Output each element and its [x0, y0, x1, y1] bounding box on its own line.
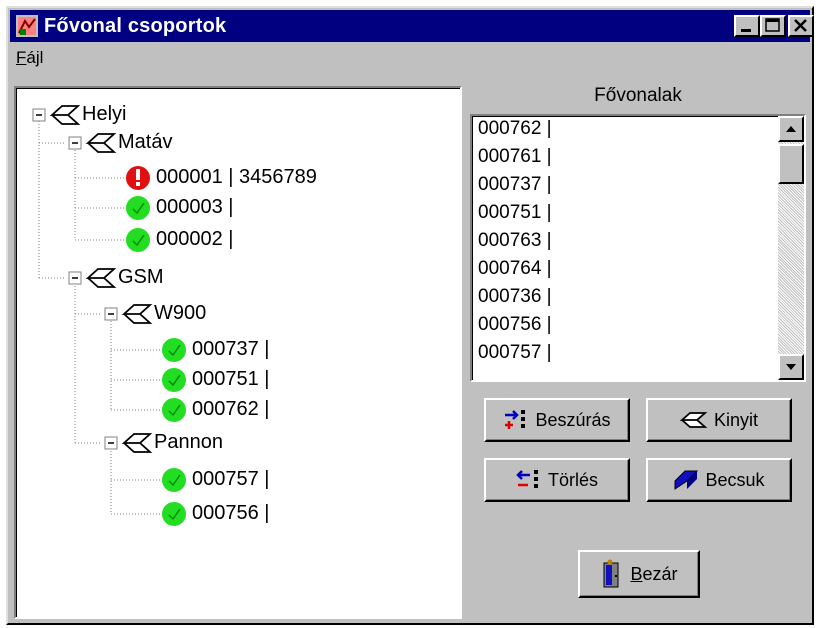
vertical-scrollbar[interactable] [778, 116, 804, 380]
list-item[interactable]: 000751 | [478, 202, 552, 224]
tree-leaf[interactable]: 000002 | [156, 228, 234, 251]
close-rest: ezár [642, 563, 678, 584]
closed-book-icon [674, 470, 699, 490]
book-icon-w900 [121, 304, 153, 324]
minimize-icon [741, 29, 751, 32]
collapse-button[interactable]: Becsuk [646, 458, 792, 502]
list-item[interactable]: 000737 | [478, 174, 552, 196]
menu-file-rest: ájl [26, 48, 44, 67]
lines-panel-title: Fővonalak [594, 85, 682, 106]
tree-node-w900[interactable]: W900 [154, 302, 206, 325]
tree-leaf[interactable]: 000001 | 3456789 [156, 166, 317, 189]
lines-list[interactable]: 000762 | 000761 | 000737 | 000751 | 0007… [470, 114, 806, 382]
door-icon [603, 559, 619, 588]
tree-leaf[interactable]: 000003 | [156, 196, 234, 219]
tree-node-gsm[interactable]: GSM [118, 266, 164, 289]
book-icon-helyi [49, 105, 81, 125]
close-icon [794, 19, 807, 32]
insert-icon [505, 410, 526, 429]
insert-label: Beszúrás [535, 409, 611, 430]
list-item[interactable]: 000761 | [478, 146, 552, 168]
insert-button[interactable]: Beszúrás [484, 398, 630, 442]
tree-leaf[interactable]: 000737 | [192, 338, 270, 361]
delete-label: Törlés [547, 469, 598, 490]
menu-bar: Fájl [10, 44, 810, 70]
tree-leaf[interactable]: 000751 | [192, 368, 270, 391]
book-icon-matav [85, 133, 117, 153]
tree-leaf[interactable]: 000762 | [192, 398, 270, 421]
tree-view[interactable]: Helyi Matáv 000001 | 3456789 000003 | 00… [14, 86, 462, 619]
list-item[interactable]: 000762 | [478, 118, 552, 140]
delete-icon [516, 470, 538, 488]
tree-node-matav[interactable]: Matáv [118, 131, 172, 154]
scroll-down-button[interactable] [778, 354, 804, 380]
tree-node-pannon[interactable]: Pannon [154, 431, 223, 454]
close-accel: B [630, 563, 643, 584]
book-icon-pannon [121, 433, 153, 453]
close-button[interactable] [788, 15, 814, 37]
maximize-button[interactable] [760, 15, 786, 37]
open-book-icon [679, 412, 708, 428]
list-item[interactable]: 000764 | [478, 258, 552, 280]
list-item[interactable]: 000756 | [478, 314, 552, 336]
error-icon [126, 166, 150, 190]
open-label: Kinyit [713, 409, 758, 430]
scroll-thumb[interactable] [778, 144, 804, 184]
app-icon [16, 15, 38, 37]
tree-leaf[interactable]: 000757 | [192, 468, 270, 491]
collapse-label: Becsuk [705, 469, 765, 490]
window-title: Fővonal csoportok [44, 15, 227, 37]
list-item[interactable]: 000757 | [478, 342, 552, 364]
list-item[interactable]: 000736 | [478, 286, 552, 308]
minimize-button[interactable] [734, 15, 760, 37]
close-window-button[interactable]: Bezár [578, 550, 700, 598]
tree-node-root[interactable]: Helyi [82, 103, 126, 126]
tree-leaf[interactable]: 000756 | [192, 502, 270, 525]
delete-button[interactable]: Törlés [484, 458, 630, 502]
menu-file[interactable]: Fájl [16, 48, 43, 68]
title-bar[interactable]: Fővonal csoportok [10, 10, 814, 42]
scroll-up-button[interactable] [778, 116, 804, 142]
close-window-label: Bezár [630, 564, 677, 585]
maximize-icon [765, 18, 780, 32]
arrow-up-icon [786, 126, 796, 132]
arrow-down-icon [786, 364, 796, 370]
menu-file-accel: F [16, 48, 27, 67]
open-button[interactable]: Kinyit [646, 398, 792, 442]
book-icon-gsm [85, 268, 117, 288]
list-item[interactable]: 000763 | [478, 230, 552, 252]
